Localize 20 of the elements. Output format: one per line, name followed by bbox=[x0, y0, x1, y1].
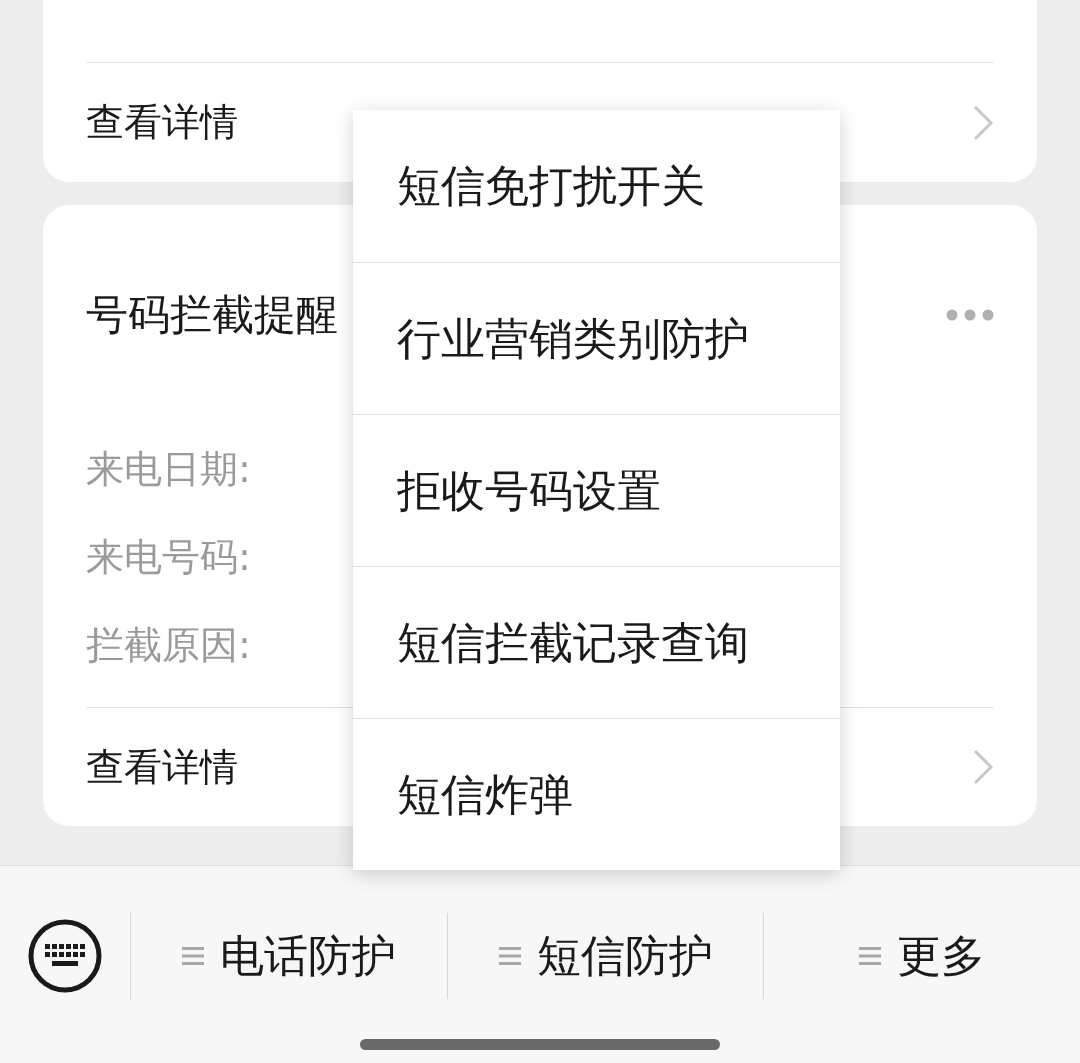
view-details-link[interactable]: 查看详情 bbox=[86, 738, 238, 796]
bottom-tab[interactable]: 更多 bbox=[897, 923, 986, 989]
bottom-tab[interactable]: 短信防护 bbox=[536, 923, 713, 989]
menu-item[interactable]: 短信炸弹 bbox=[353, 718, 840, 870]
menu-item[interactable]: 短信免打扰开关 bbox=[353, 110, 840, 262]
chevron-right-icon bbox=[972, 748, 994, 786]
card-title: 号码拦截提醒 bbox=[86, 288, 338, 341]
field-label: 来电号码: bbox=[86, 533, 251, 581]
menu-icon bbox=[181, 946, 204, 966]
field-label: 来电日期: bbox=[86, 445, 251, 493]
menu-item[interactable]: 短信拦截记录查询 bbox=[353, 566, 840, 718]
menu-item[interactable]: 行业营销类别防护 bbox=[353, 262, 840, 414]
bottom-tab[interactable]: 电话防护 bbox=[219, 923, 396, 989]
field-label: 拦截原因: bbox=[86, 621, 251, 669]
keyboard-icon[interactable] bbox=[28, 919, 102, 993]
menu-icon bbox=[498, 946, 521, 966]
menu-item[interactable]: 拒收号码设置 bbox=[353, 414, 840, 566]
view-details-link[interactable]: 查看详情 bbox=[86, 94, 238, 151]
chevron-right-icon bbox=[972, 103, 994, 142]
menu-icon bbox=[859, 946, 882, 966]
